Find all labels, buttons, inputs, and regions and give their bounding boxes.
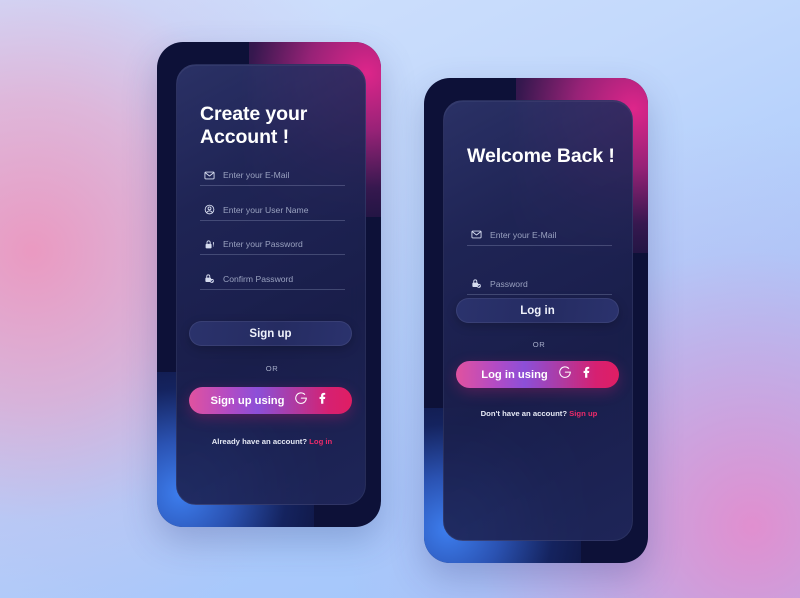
envelope-icon [200, 170, 219, 181]
google-icon[interactable] [294, 391, 308, 410]
user-circle-icon [200, 204, 219, 215]
login-button[interactable]: Log in [456, 298, 619, 323]
signup-confirm-password-field[interactable]: Confirm Password [200, 269, 345, 290]
signup-form-fields: Enter your E-Mail Enter your User Name E… [200, 165, 345, 303]
login-footer-text: Don't have an account? [480, 409, 568, 418]
phone-mockup-login: Welcome Back ! Enter your E-Mail Passwor… [424, 78, 648, 563]
facebook-icon[interactable] [316, 390, 330, 411]
signup-social-icons [294, 390, 330, 411]
login-footer: Don't have an account? Sign up [444, 409, 632, 418]
signup-password-field[interactable]: Enter your Password [200, 234, 345, 255]
signup-email-placeholder: Enter your E-Mail [223, 170, 290, 180]
login-card: Welcome Back ! Enter your E-Mail Passwor… [443, 100, 633, 541]
signup-link[interactable]: Sign up [569, 409, 597, 418]
signup-username-placeholder: Enter your User Name [223, 204, 309, 215]
login-email-placeholder: Enter your E-Mail [490, 229, 557, 240]
app-background: Create your Account ! Enter your E-Mail E… [0, 0, 800, 598]
signup-footer: Already have an account? Log in [177, 437, 365, 446]
login-social-label: Log in using [481, 368, 548, 381]
signup-confirm-password-placeholder: Confirm Password [223, 273, 294, 284]
signup-social-label: Sign up using [210, 394, 285, 407]
facebook-icon[interactable] [580, 364, 594, 385]
login-email-field[interactable]: Enter your E-Mail [467, 224, 612, 246]
login-password-placeholder: Password [490, 278, 528, 289]
google-icon[interactable] [558, 365, 572, 384]
login-divider-label: OR [532, 340, 546, 349]
signup-social-button[interactable]: Sign up using [189, 387, 352, 414]
signup-title-line1: Create your [200, 103, 308, 125]
phone-mockup-signup: Create your Account ! Enter your E-Mail E… [157, 42, 381, 527]
signup-button[interactable]: Sign up [189, 321, 352, 346]
login-title: Welcome Back ! [467, 145, 615, 167]
signup-title: Create your Account ! [200, 103, 307, 149]
login-password-field[interactable]: Password [467, 273, 612, 295]
lock-check-icon [467, 278, 486, 289]
lock-alert-icon [200, 239, 219, 250]
login-link[interactable]: Log in [309, 437, 332, 446]
envelope-icon [467, 229, 486, 240]
login-social-button[interactable]: Log in using [456, 361, 619, 388]
signup-divider-label: OR [265, 364, 279, 373]
signup-title-line2: Account ! [200, 126, 290, 148]
login-social-icons [558, 364, 594, 385]
lock-check-icon [200, 273, 219, 284]
signup-email-field[interactable]: Enter your E-Mail [200, 165, 345, 186]
signup-username-field[interactable]: Enter your User Name [200, 200, 345, 221]
signup-password-placeholder: Enter your Password [223, 239, 303, 249]
signup-card: Create your Account ! Enter your E-Mail E… [176, 64, 366, 505]
signup-footer-text: Already have an account? [211, 437, 308, 446]
